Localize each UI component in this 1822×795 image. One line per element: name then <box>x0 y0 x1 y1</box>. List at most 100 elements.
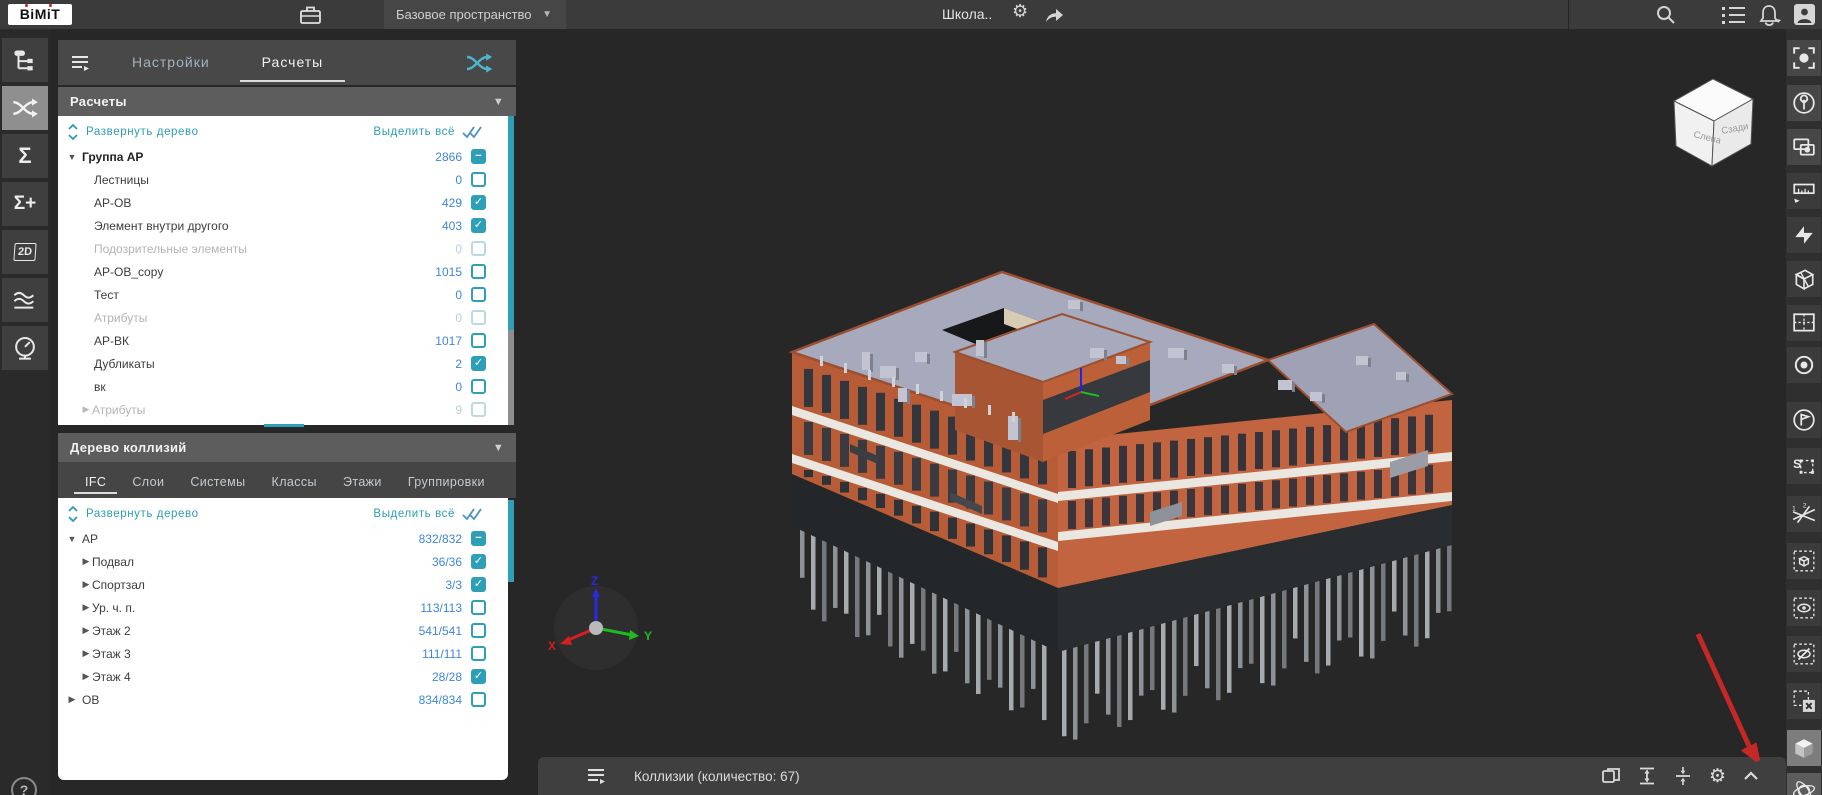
tree-row[interactable]: АР-ОВ_copy 1015 <box>58 260 508 283</box>
clear-selection-button[interactable] <box>1787 683 1821 719</box>
tree-row[interactable]: ▶ Спортзал 3/3 ✓ <box>58 573 508 596</box>
row-checkbox[interactable] <box>471 264 486 279</box>
fit-vertical-icon[interactable] <box>1673 766 1693 786</box>
tree-row[interactable]: ▼ Группа АР 2866− <box>58 145 508 168</box>
model-tree-button[interactable] <box>2 38 48 82</box>
settings-gear-icon[interactable]: ⚙ <box>1709 767 1726 786</box>
caret-icon[interactable]: ▶ <box>80 625 92 636</box>
row-checkbox[interactable] <box>471 172 486 187</box>
ruler-measure-button[interactable] <box>1787 173 1821 209</box>
caret-icon[interactable]: ▶ <box>80 404 92 415</box>
expand-collapse-icon[interactable] <box>68 123 78 140</box>
row-height-icon[interactable] <box>1637 766 1657 786</box>
sum-plus-button[interactable]: Σ+ <box>2 182 48 226</box>
copy-icon[interactable] <box>1601 766 1621 786</box>
row-checkbox[interactable]: ✓ <box>471 218 486 233</box>
sum-button[interactable]: Σ <box>2 134 48 178</box>
row-checkbox[interactable]: ✓ <box>471 356 486 371</box>
flash-clash-button[interactable] <box>1787 217 1821 253</box>
row-checkbox[interactable]: ✓ <box>471 554 486 569</box>
floor-plan-button[interactable] <box>1787 305 1821 341</box>
search-icon[interactable] <box>1655 4 1677 26</box>
tree-row[interactable]: Атрибуты 0 <box>58 306 508 329</box>
caret-icon[interactable]: ▶ <box>80 579 92 590</box>
select-all-check-icon[interactable] <box>462 125 484 139</box>
tab-floors[interactable]: Этажи <box>330 475 395 498</box>
collisions-button[interactable] <box>2 86 48 130</box>
flag-point-button[interactable] <box>1787 402 1821 438</box>
focus-selection-button[interactable] <box>1787 40 1821 76</box>
row-checkbox[interactable] <box>471 646 486 661</box>
row-checkbox[interactable]: ✓ <box>471 195 486 210</box>
tab-classes[interactable]: Классы <box>259 475 330 498</box>
row-checkbox[interactable]: − <box>471 149 486 164</box>
row-checkbox[interactable] <box>471 600 486 615</box>
section-header-collision-tree[interactable]: Дерево коллизий ▼ <box>58 433 516 462</box>
tree-row[interactable]: Дубликаты 2 ✓ <box>58 352 508 375</box>
select-all-check-icon[interactable] <box>462 507 484 521</box>
expand-collapse-icon[interactable] <box>68 505 78 522</box>
expand-tree-link[interactable]: Развернуть дерево <box>86 126 199 138</box>
tree-row[interactable]: Подозрительные элементы 0 <box>58 237 508 260</box>
caret-icon[interactable]: ▼ <box>66 152 78 162</box>
collapse-chevron-icon[interactable]: ▼ <box>493 96 504 108</box>
section-box-button[interactable] <box>1787 261 1821 297</box>
caret-icon[interactable]: ▶ <box>80 648 92 659</box>
row-checkbox[interactable] <box>471 692 486 707</box>
project-title[interactable]: Школа.. <box>942 0 992 29</box>
tab-groupings[interactable]: Группировки <box>395 475 498 498</box>
row-checkbox[interactable] <box>471 623 486 638</box>
row-checkbox[interactable]: ✓ <box>471 669 486 684</box>
tab-ifc[interactable]: IFC <box>72 475 119 498</box>
account-icon[interactable] <box>1794 4 1815 25</box>
select-all-link[interactable]: Выделить всё <box>373 508 455 520</box>
tree-row[interactable]: ▶ ОВ 834/834 <box>58 688 508 711</box>
tree-row[interactable]: Лестницы 0 <box>58 168 508 191</box>
row-checkbox[interactable] <box>471 287 486 302</box>
tree-row[interactable]: ▼ АР 832/832− <box>58 527 508 550</box>
selection-set-button[interactable]: S <box>1787 448 1821 484</box>
shading-mode-button[interactable] <box>1787 730 1821 766</box>
notifications-icon[interactable] <box>1758 4 1781 26</box>
menu-list-icon[interactable] <box>1722 6 1746 24</box>
panel-menu-icon[interactable] <box>70 54 92 72</box>
tree-scrollbar-thumb[interactable] <box>508 116 514 330</box>
collisions-menu-icon[interactable] <box>586 767 608 785</box>
tree-row[interactable]: ▶ Подвал 36/36 ✓ <box>58 550 508 573</box>
app-logo[interactable]: BiMiT <box>8 4 72 25</box>
view-2d-button[interactable]: 2D <box>2 230 48 274</box>
tree-row[interactable]: ▶ Этаж 2 541/541 <box>58 619 508 642</box>
workspace-selector[interactable]: Базовое пространство ▼ <box>384 0 566 29</box>
tree-row[interactable]: ▶ Ур. ч. п. 113/113 <box>58 596 508 619</box>
caret-icon[interactable]: ▶ <box>80 602 92 613</box>
tree-row[interactable]: ▶ Этаж 3 111/111 <box>58 642 508 665</box>
tree-row[interactable]: вк 0 <box>58 375 508 398</box>
row-checkbox[interactable]: − <box>471 531 486 546</box>
row-checkbox[interactable] <box>471 379 486 394</box>
collisions-shuffle-icon[interactable] <box>464 51 494 75</box>
tree-row[interactable]: ▶ Этаж 4 28/28 ✓ <box>58 665 508 688</box>
tree-row[interactable]: АР-ВК 1017 <box>58 329 508 352</box>
caret-icon[interactable]: ▶ <box>80 671 92 682</box>
charts-button[interactable] <box>2 278 48 322</box>
caret-icon[interactable]: ▶ <box>80 556 92 567</box>
briefcase-icon[interactable] <box>299 4 322 25</box>
row-checkbox[interactable] <box>471 241 486 256</box>
show-element-button[interactable] <box>1787 590 1821 626</box>
collapse-up-icon[interactable] <box>1742 770 1760 782</box>
environment-tree-button[interactable] <box>1787 85 1821 121</box>
tab-settings[interactable]: Настройки <box>118 40 224 85</box>
tree-row[interactable]: Элемент внутри другого 403 ✓ <box>58 214 508 237</box>
project-settings-gear-icon[interactable]: ⚙ <box>1012 1 1028 22</box>
expand-tree-link[interactable]: Развернуть дерево <box>86 508 199 520</box>
tree-scrollbar-track[interactable] <box>508 330 514 425</box>
caret-icon[interactable]: ▶ <box>66 694 78 705</box>
target-locate-button[interactable] <box>1787 347 1821 383</box>
tree-row[interactable]: ▶ Атрибуты 9 <box>58 398 508 421</box>
select-all-link[interactable]: Выделить всё <box>373 126 455 138</box>
caret-icon[interactable]: ▼ <box>66 534 78 544</box>
help-button[interactable]: ? <box>11 777 37 795</box>
tab-calculations[interactable]: Расчеты <box>239 40 345 85</box>
share-icon[interactable] <box>1044 5 1064 23</box>
collapse-chevron-icon[interactable]: ▼ <box>493 442 504 454</box>
